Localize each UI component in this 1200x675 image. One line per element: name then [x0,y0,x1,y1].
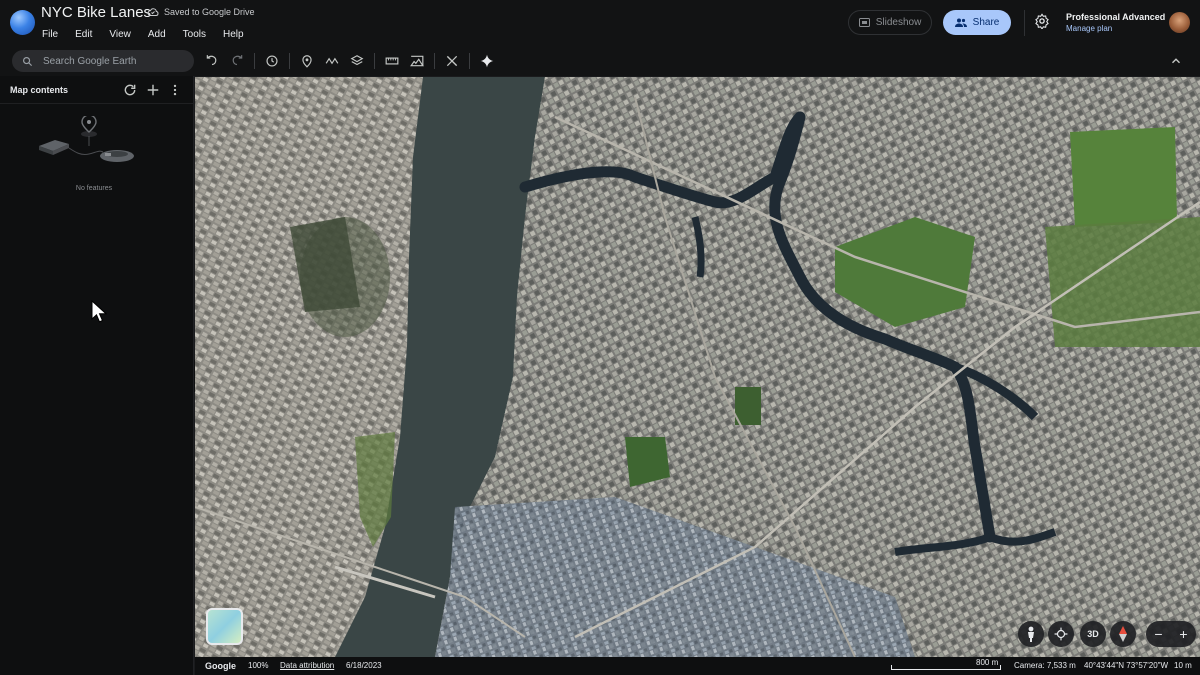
data-attribution-link[interactable]: Data attribution [280,661,334,670]
search-box[interactable] [12,50,194,72]
status-bar: Google 100% Data attribution 6/18/2023 8… [195,657,1200,675]
toggle-3d-button[interactable]: 3D [1080,621,1106,647]
redo-icon[interactable] [229,53,245,69]
map-canvas[interactable]: 3D − + [195,77,1200,657]
slideshow-button[interactable]: Slideshow [848,10,932,35]
sparkle-icon[interactable] [479,53,495,69]
save-status: Saved to Google Drive [147,7,255,17]
menu-view[interactable]: View [109,29,131,40]
app-header: NYC Bike Lanes Saved to Google Drive Fil… [0,0,1200,46]
toolbar-divider [374,53,375,69]
slideshow-label: Slideshow [875,17,922,28]
google-earth-logo-icon[interactable] [10,10,35,35]
map-contents-panel: Map contents No features [0,76,194,675]
account-avatar[interactable] [1169,12,1190,33]
menu-edit[interactable]: Edit [75,29,92,40]
menu-help[interactable]: Help [223,29,244,40]
map-style-thumbnail[interactable] [206,608,243,645]
toolbar-divider [469,53,470,69]
people-icon [954,18,967,27]
path-icon[interactable] [324,53,340,69]
project-title[interactable]: NYC Bike Lanes [41,4,151,21]
street-view-pegman-icon[interactable] [1018,621,1044,647]
panel-divider [0,103,194,104]
placemark-icon[interactable] [299,53,315,69]
image-overlay-icon[interactable] [409,53,425,69]
cloud-done-icon [147,8,159,16]
search-icon [23,56,33,66]
measure-icon[interactable] [384,53,400,69]
manage-plan-link[interactable]: Manage plan [1066,24,1112,33]
compass-icon[interactable] [1110,621,1136,647]
header-divider [1024,10,1025,36]
zoom-controls: − + [1146,621,1196,647]
share-button[interactable]: Share [943,10,1011,35]
zoom-in-plus-icon[interactable]: + [1179,626,1187,642]
refresh-icon[interactable] [123,83,137,97]
satellite-icon[interactable] [444,53,460,69]
save-status-text: Saved to Google Drive [164,7,255,17]
imagery-date: 6/18/2023 [346,661,382,670]
menu-bar: File Edit View Add Tools Help [42,29,261,40]
add-icon[interactable] [146,83,160,97]
toolbar-divider [289,53,290,69]
google-brand: Google [205,661,236,671]
zoom-level: 100% [248,661,269,670]
google-earth-app: NYC Bike Lanes Saved to Google Drive Fil… [0,0,1200,675]
more-vert-icon[interactable] [168,83,182,97]
toolbar-divider [434,53,435,69]
toolbar [0,46,1200,76]
toolbar-divider [254,53,255,69]
slideshow-icon [858,18,870,27]
scale-label: 800 m [976,658,999,667]
mouse-cursor-icon [91,300,107,323]
elevation: 10 m [1174,661,1192,670]
undo-icon[interactable] [204,53,220,69]
satellite-imagery [195,77,1200,657]
plan-title: Professional Advanced [1066,12,1166,22]
my-location-icon[interactable] [1048,621,1074,647]
settings-gear-icon[interactable] [1034,13,1052,31]
search-input[interactable] [43,55,183,67]
camera-altitude: Camera: 7,533 m [1014,661,1076,670]
collapse-toolbar-chevron-up-icon[interactable] [1168,53,1184,69]
share-label: Share [972,17,1000,28]
history-icon[interactable] [264,53,280,69]
coordinates: 40°43'44"N 73°57'20"W [1084,661,1169,670]
no-features-text: No features [75,185,113,192]
menu-add[interactable]: Add [148,29,166,40]
map-contents-title: Map contents [10,85,69,95]
menu-tools[interactable]: Tools [183,29,206,40]
menu-file[interactable]: File [42,29,58,40]
zoom-out-minus-icon[interactable]: − [1154,626,1162,642]
layers-icon[interactable] [349,53,365,69]
empty-state-illustration [39,116,134,162]
